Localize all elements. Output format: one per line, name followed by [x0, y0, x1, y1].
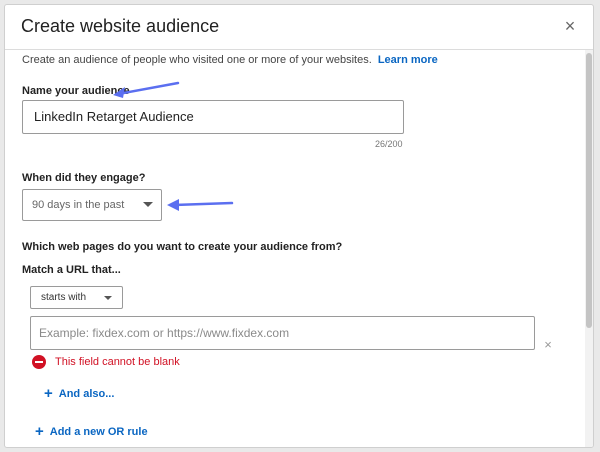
match-type-value: starts with — [41, 292, 87, 303]
plus-icon: + — [35, 423, 44, 440]
engage-period-value: 90 days in the past — [32, 199, 125, 211]
error-text: This field cannot be blank — [55, 356, 180, 368]
add-and-rule-link[interactable]: + And also... — [44, 385, 114, 402]
clear-icon[interactable]: × — [542, 338, 554, 351]
add-or-rule-link[interactable]: + Add a new OR rule — [35, 423, 148, 440]
audience-name-input[interactable]: LinkedIn Retarget Audience — [22, 100, 404, 134]
web-pages-question: Which web pages do you want to create yo… — [22, 241, 343, 253]
create-audience-modal: Create website audience × Create an audi… — [4, 4, 594, 448]
arrow-annotation-icon — [113, 81, 180, 98]
url-input[interactable]: Example: fixdex.com or https://www.fixde… — [30, 316, 535, 350]
error-icon — [32, 355, 46, 369]
close-icon[interactable]: × — [561, 17, 579, 35]
description-text: Create an audience of people who visited… — [22, 54, 372, 66]
engage-period-select[interactable]: 90 days in the past — [22, 189, 162, 221]
plus-icon: + — [44, 385, 53, 402]
screenshot-frame: Create website audience × Create an audi… — [0, 0, 600, 452]
modal-header: Create website audience × — [5, 5, 593, 50]
modal-title: Create website audience — [21, 16, 220, 36]
match-url-label: Match a URL that... — [22, 264, 121, 276]
match-type-select[interactable]: starts with — [30, 286, 123, 309]
scrollbar-thumb[interactable] — [586, 53, 592, 328]
learn-more-link[interactable]: Learn more — [378, 54, 438, 66]
engage-label: When did they engage? — [22, 172, 146, 184]
character-count: 26/200 — [375, 139, 403, 149]
chevron-down-icon — [104, 296, 112, 300]
modal-description: Create an audience of people who visited… — [22, 54, 438, 66]
arrow-annotation-icon — [167, 199, 234, 211]
add-and-label: And also... — [58, 388, 115, 400]
add-or-label: Add a new OR rule — [49, 426, 148, 438]
chevron-down-icon — [143, 202, 153, 207]
